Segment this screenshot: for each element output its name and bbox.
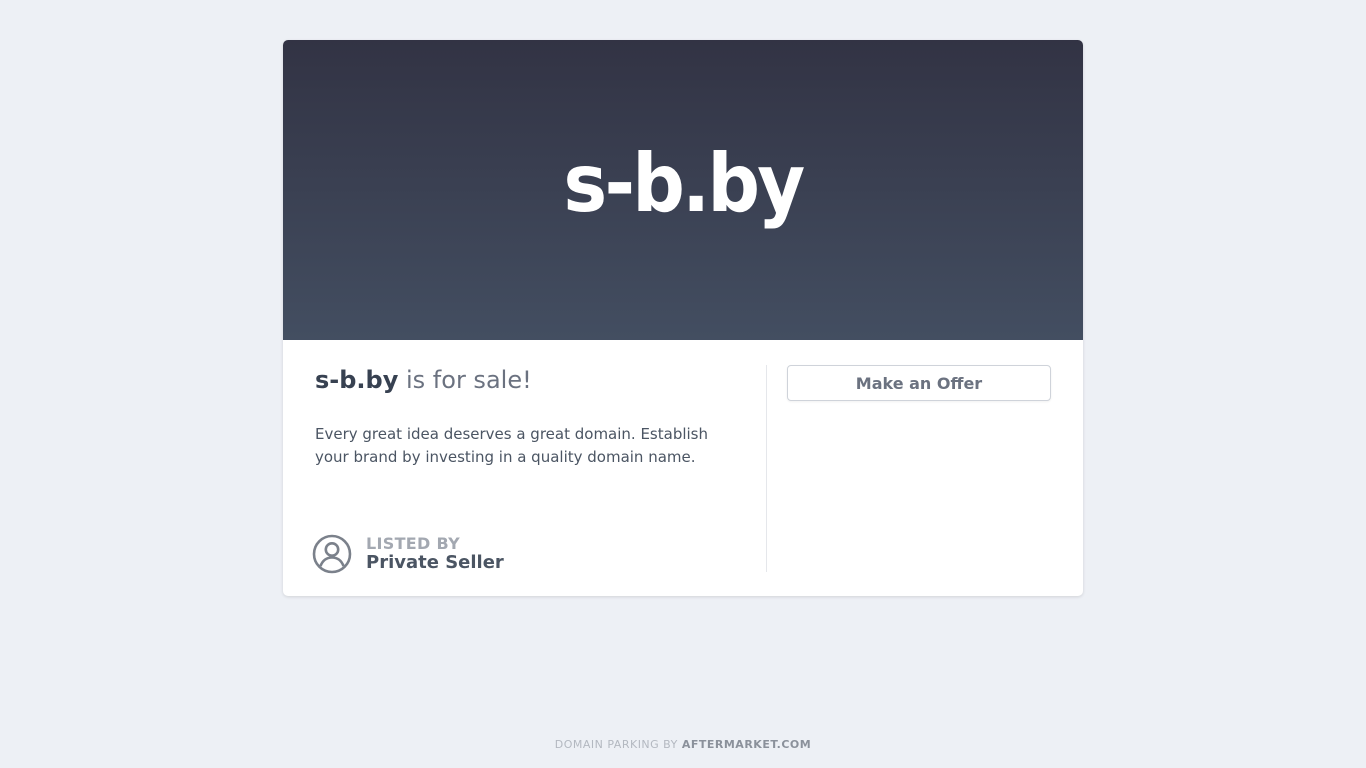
hero-banner: s-b.by [283, 40, 1083, 340]
seller-text: LISTED BY Private Seller [366, 535, 504, 573]
footer-brand-link[interactable]: AFTERMARKET.COM [682, 738, 811, 751]
listed-by-label: LISTED BY [366, 534, 460, 553]
seller-info: LISTED BY Private Seller [312, 534, 504, 574]
card-body: s-b.by is for sale! Every great idea des… [283, 340, 1083, 596]
sale-heading: s-b.by is for sale! [315, 365, 735, 395]
vertical-divider [766, 365, 767, 572]
sale-info: s-b.by is for sale! Every great idea des… [315, 365, 735, 469]
user-circle-icon [312, 534, 352, 574]
sale-suffix: is for sale! [398, 366, 532, 394]
footer: DOMAIN PARKING BY AFTERMARKET.COM [0, 738, 1366, 751]
hero-domain-title: s-b.by [563, 137, 805, 230]
footer-prefix: DOMAIN PARKING BY [554, 738, 682, 751]
seller-name: Private Seller [366, 552, 504, 573]
domain-card: s-b.by s-b.by is for sale! Every great i… [283, 40, 1083, 596]
make-offer-button[interactable]: Make an Offer [787, 365, 1051, 401]
sale-description: Every great idea deserves a great domain… [315, 425, 708, 466]
sale-domain-name: s-b.by [315, 366, 399, 394]
